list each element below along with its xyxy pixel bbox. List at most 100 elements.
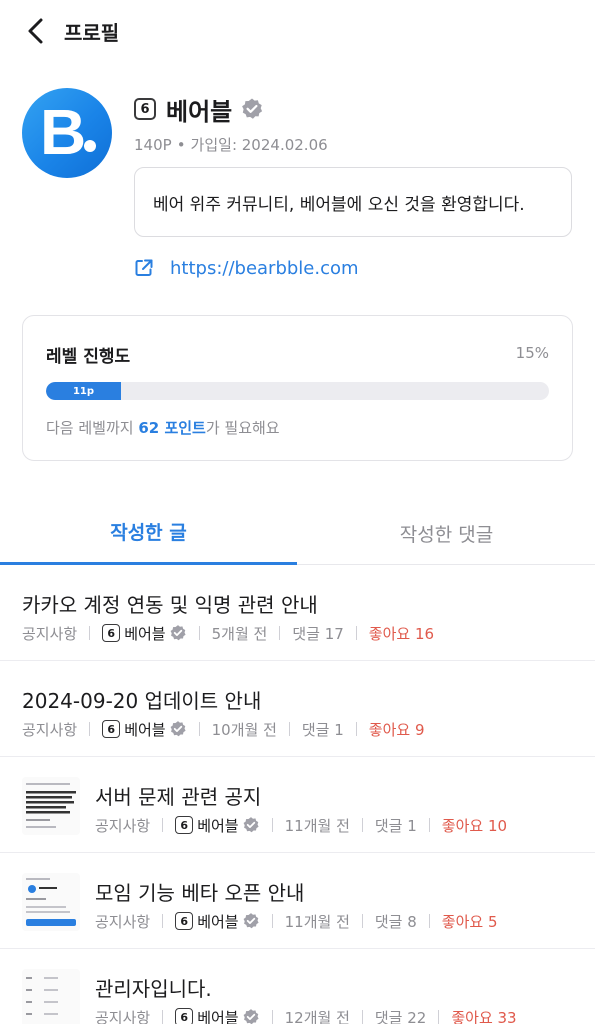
external-link-icon [135,259,153,276]
tab-comments-label: 작성한 댓글 [399,523,494,546]
post-info: 공지사항 6 베어블 11개월 전 댓글 1 좋아요 10 [95,814,507,836]
post-row[interactable]: 카카오 계정 연동 및 익명 관련 안내공지사항 6 베어블 5개월 전 댓글 17 좋아… [0,565,595,661]
profile-bio: 베어 위주 커뮤니티, 베어블에 오신 것을 환영합니다. [153,194,525,215]
divider [438,1010,440,1024]
level-next-points: 62 포인트 [138,419,206,437]
divider [162,1010,164,1024]
divider [355,626,357,640]
verified-icon [243,817,259,833]
level-percent: 15% [515,344,549,362]
verified-icon [242,98,263,119]
profile-meta: 140P • 가입일: 2024.02.06 [134,134,328,155]
divider [288,722,290,736]
post-info: 공지사항 6 베어블 11개월 전 댓글 8 좋아요 5 [95,910,498,932]
post-author-level-badge: 6 [175,912,194,930]
page-title: 프로필 [64,21,120,45]
post-info: 공지사항 6 베어블 5개월 전 댓글 17 좋아요 16 [22,622,434,644]
post-author: 베어블 [197,1008,239,1024]
level-next-text: 다음 레벨까지 62 포인트가 필요해요 [46,417,280,438]
post-thumbnail [22,969,80,1024]
post-category: 공지사항 [22,624,78,643]
post-comments: 댓글 22 [374,1008,427,1024]
post-title: 모임 기능 베타 오픈 안내 [95,881,305,905]
profile-joined-date: 가입일: 2024.02.06 [190,136,328,154]
post-author-level-badge: 6 [175,816,194,834]
back-button[interactable] [22,14,52,48]
divider [361,914,363,928]
post-author-level-badge: 6 [102,720,121,738]
content-tabs: 작성한 글 작성한 댓글 [0,505,595,565]
divider [271,818,273,832]
post-author: 베어블 [197,816,239,835]
level-progress-fill: 11p [46,382,121,400]
post-info: 공지사항 6 베어블 12개월 전 댓글 22 좋아요 33 [95,1006,517,1024]
avatar-letter: B [40,96,87,168]
post-time: 10개월 전 [211,720,277,739]
level-progress-track: 11p [46,382,549,400]
verified-icon [170,625,186,641]
post-likes: 좋아요 10 [441,816,508,835]
post-author: 베어블 [124,624,166,643]
post-info: 공지사항 6 베어블 10개월 전 댓글 1 좋아요 9 [22,718,425,740]
post-author: 베어블 [124,720,166,739]
divider [271,1010,273,1024]
divider [279,626,281,640]
divider [89,626,91,640]
post-comments: 댓글 17 [292,624,344,643]
post-title: 서버 문제 관련 공지 [95,785,262,809]
post-row[interactable]: 서버 문제 관련 공지공지사항 6 베어블 11개월 전 댓글 1 좋아요 10 [0,757,595,853]
post-time: 11개월 전 [284,912,350,931]
profile-link[interactable]: https://bearbble.com [134,254,359,282]
profile-name: 베어블 [166,97,233,126]
level-progress-card: 레벨 진행도 15% 11p 다음 레벨까지 62 포인트가 필요해요 [22,315,573,461]
post-time: 11개월 전 [284,816,350,835]
post-category: 공지사항 [22,720,78,739]
post-category: 공지사항 [95,912,151,931]
meta-separator: • [176,136,186,154]
tab-posts-label: 작성한 글 [110,522,187,544]
post-likes: 좋아요 9 [368,720,425,739]
level-card-title: 레벨 진행도 [46,347,131,367]
divider [428,914,430,928]
divider [89,722,91,736]
post-time: 5개월 전 [211,624,268,643]
post-likes: 좋아요 16 [368,624,435,643]
verified-icon [243,1009,259,1024]
avatar: B [22,88,112,178]
divider [198,626,200,640]
divider [198,722,200,736]
post-row[interactable]: 관리자입니다. 공지사항 6 베어블 12개월 전 댓글 22 좋아요 33 [0,949,595,1024]
level-next-suffix: 가 필요해요 [205,419,280,437]
divider [428,818,430,832]
tab-comments[interactable]: 작성한 댓글 [298,505,595,565]
post-title: 카카오 계정 연동 및 익명 관련 안내 [22,593,318,617]
post-row[interactable]: 모임 기능 베타 오픈 안내 공지사항 6 베어블 11개월 전 댓글 8 좋아요 5 [0,853,595,949]
level-progress-label: 11p [72,385,95,397]
post-author-level-badge: 6 [175,1008,194,1024]
divider [361,818,363,832]
post-comments: 댓글 1 [301,720,344,739]
post-comments: 댓글 8 [374,912,417,931]
post-title: 관리자입니다. [95,977,212,1001]
verified-icon [243,913,259,929]
post-thumbnail [22,873,80,931]
post-comments: 댓글 1 [374,816,417,835]
post-time: 12개월 전 [284,1008,350,1024]
post-thumbnail [22,777,80,835]
profile-points: 140P [134,136,172,154]
profile-name-row: 6 베어블 [134,92,264,126]
post-author-level-badge: 6 [102,624,121,642]
post-category: 공지사항 [95,1008,151,1024]
post-author: 베어블 [197,912,239,931]
post-category: 공지사항 [95,816,151,835]
profile-link-url[interactable]: https://bearbble.com [170,258,359,279]
divider [162,818,164,832]
profile-bio-box: 베어 위주 커뮤니티, 베어블에 오신 것을 환영합니다. [134,167,572,237]
post-row[interactable]: 2024-09-20 업데이트 안내 공지사항 6 베어블 10개월 전 댓글 1 좋아요 … [0,661,595,757]
level-badge: 6 [134,98,156,120]
tab-posts[interactable]: 작성한 글 [0,505,297,565]
avatar-dot [84,140,96,152]
divider [355,722,357,736]
verified-icon [170,721,186,737]
divider [271,914,273,928]
